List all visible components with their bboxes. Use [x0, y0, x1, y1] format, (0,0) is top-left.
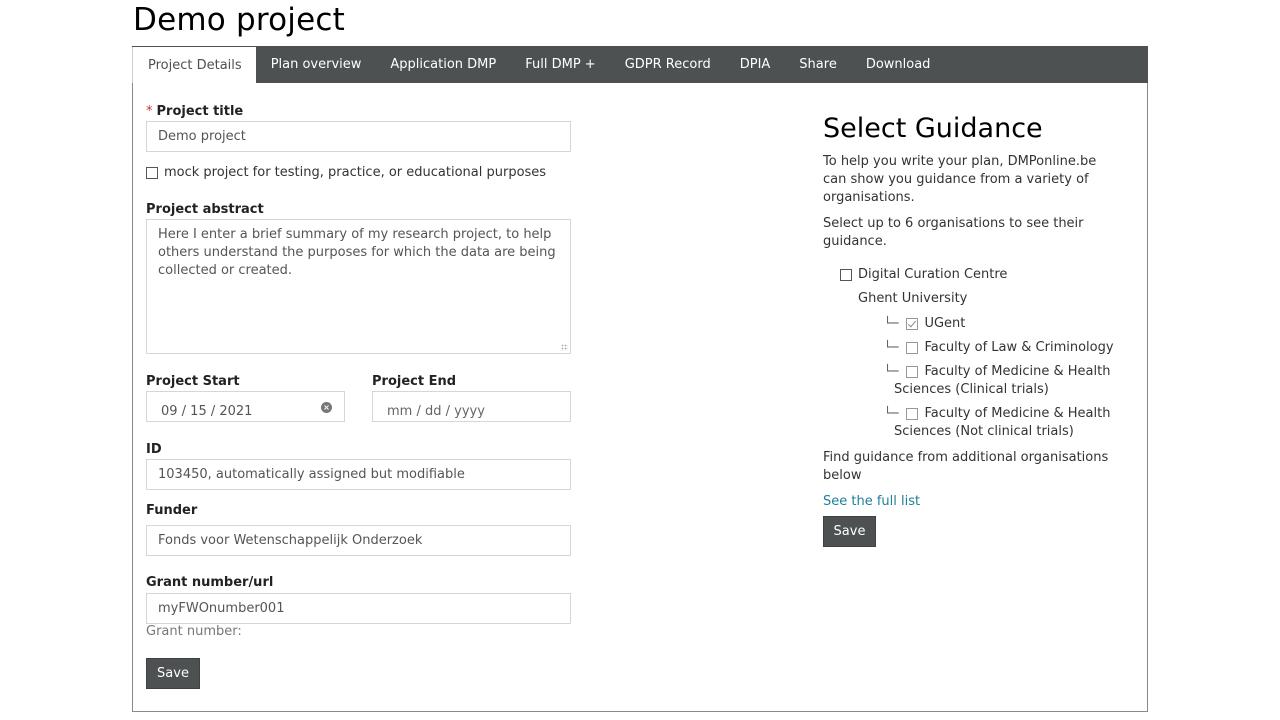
project-title-label-text: Project title	[156, 104, 244, 119]
abstract-textarea[interactable]: Here I enter a brief summary of my resea…	[146, 219, 571, 354]
tree-branch-icon: └─	[884, 340, 899, 354]
mock-project-checkbox[interactable]	[146, 166, 158, 179]
org-label-medicine-clinical: Faculty of Medicine & Health	[924, 364, 1111, 379]
org-group-ghent: Ghent University	[858, 291, 968, 306]
org-label-medicine-nonclinical: Faculty of Medicine & Health	[924, 406, 1111, 421]
tree-branch-icon: └─	[884, 316, 899, 330]
full-list-link[interactable]: See the full list	[823, 494, 920, 509]
mock-project-option[interactable]: mock project for testing, practice, or e…	[146, 165, 546, 180]
clear-date-icon[interactable]: ×	[321, 401, 332, 413]
save-project-button[interactable]: Save	[146, 658, 200, 689]
org-label-medicine-nonclinical-cont: Sciences (Not clinical trials)	[894, 424, 1074, 439]
abstract-label: Project abstract	[146, 202, 264, 217]
grant-input[interactable]: myFWOnumber001	[146, 593, 571, 624]
id-input[interactable]: 103450, automatically assigned but modif…	[146, 459, 571, 490]
mock-project-label: mock project for testing, practice, or e…	[164, 165, 547, 180]
page-title: Demo project	[133, 2, 345, 38]
tab-share[interactable]: Share	[784, 46, 851, 83]
org-option-medicine-clinical[interactable]: └─ Faculty of Medicine & Health Sciences …	[884, 362, 1124, 399]
plan-tabs: Project Details Plan overview Applicatio…	[132, 46, 1148, 83]
project-end-label: Project End	[372, 374, 457, 389]
project-start-input[interactable]: 09 / 15 / 2021 ×	[146, 391, 345, 422]
guidance-intro: To help you write your plan, DMPonline.b…	[823, 154, 1097, 205]
org-checkbox-medicine-clinical[interactable]	[906, 365, 919, 378]
save-guidance-button[interactable]: Save	[823, 516, 876, 547]
resize-grip-icon[interactable]	[561, 344, 568, 351]
funder-input[interactable]: Fonds voor Wetenschappelijk Onderzoek	[146, 525, 571, 556]
tree-branch-icon: └─	[884, 406, 899, 420]
org-label-law: Faculty of Law & Criminology	[924, 340, 1114, 355]
org-label-ugent: UGent	[924, 316, 966, 331]
tab-plan-overview[interactable]: Plan overview	[256, 46, 376, 83]
funder-label: Funder	[146, 503, 198, 518]
tree-branch-icon: └─	[884, 364, 899, 378]
tab-project-details[interactable]: Project Details	[132, 47, 256, 83]
guidance-limit-text: Select up to 6 organisations to see thei…	[823, 216, 1084, 249]
project-title-input[interactable]: Demo project	[146, 121, 571, 152]
project-end-input[interactable]: mm / dd / yyyy	[372, 391, 571, 422]
tab-full-dmp[interactable]: Full DMP +	[510, 46, 609, 83]
org-option-dcc[interactable]: Digital Curation Centre	[840, 266, 1007, 284]
org-label-medicine-clinical-cont: Sciences (Clinical trials)	[894, 382, 1049, 397]
tab-gdpr-record[interactable]: GDPR Record	[610, 46, 725, 83]
tab-dpia[interactable]: DPIA	[725, 46, 785, 83]
project-start-label: Project Start	[146, 374, 240, 389]
org-checkbox-medicine-nonclinical[interactable]	[906, 407, 919, 420]
org-option-medicine-nonclinical[interactable]: └─ Faculty of Medicine & Health Sciences …	[884, 404, 1124, 441]
id-label: ID	[146, 442, 162, 457]
org-checkbox-law[interactable]	[906, 341, 919, 354]
tab-download[interactable]: Download	[851, 46, 945, 83]
org-option-law[interactable]: └─ Faculty of Law & Criminology	[884, 338, 1114, 357]
org-checkbox-dcc[interactable]	[840, 268, 852, 281]
grant-help-text: Grant number:	[146, 624, 242, 639]
org-label-dcc: Digital Curation Centre	[858, 267, 1008, 282]
project-start-value: 09 / 15 / 2021	[161, 404, 253, 419]
project-title-label: * Project title	[146, 104, 243, 119]
guidance-title: Select Guidance	[823, 113, 1043, 144]
additional-orgs-text: Find guidance from additional organisati…	[823, 450, 1109, 483]
org-option-ugent[interactable]: └─ UGent	[884, 314, 965, 333]
tab-application-dmp[interactable]: Application DMP	[375, 46, 510, 83]
org-checkbox-ugent[interactable]	[906, 317, 919, 330]
required-marker: *	[146, 104, 153, 119]
grant-label: Grant number/url	[146, 575, 274, 590]
abstract-text: Here I enter a brief summary of my resea…	[158, 227, 556, 278]
